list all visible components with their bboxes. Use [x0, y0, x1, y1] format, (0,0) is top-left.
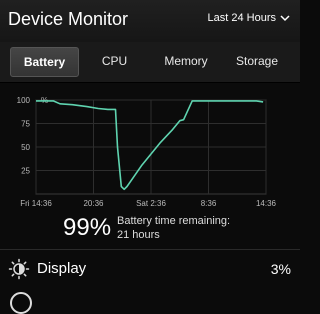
tab-label: Battery [23, 55, 66, 69]
x-tick-label: 8:36 [201, 199, 217, 208]
battery-chart-svg: 100 75 50 25 Fri 14:36 20:36 Sat 2:36 8:36 14:36… [17, 96, 277, 208]
tab-label: CPU [101, 54, 128, 68]
app-title: Device Monitor [8, 9, 129, 29]
x-tick-label: 14:36 [256, 199, 277, 208]
usage-item-display[interactable]: Display 3% [0, 253, 300, 285]
tab-label: Storage [235, 54, 279, 68]
usage-item-label: Display [37, 260, 87, 277]
usage-item-value: 3% [270, 261, 291, 277]
tab-memory[interactable]: Memory [152, 47, 220, 75]
battery-remaining: Battery time remaining: 21 hours [117, 214, 230, 242]
tab-battery[interactable]: Battery [10, 47, 79, 77]
battery-line [36, 100, 264, 191]
brightness-icon [8, 258, 30, 280]
x-tick-label: Sat 2:36 [136, 199, 166, 208]
time-range-dropdown[interactable]: Last 24 Hours [208, 12, 290, 24]
app-icon [10, 292, 32, 314]
tab-bar: Battery CPU Memory Storage [0, 42, 300, 83]
divider [0, 249, 300, 250]
tab-cpu[interactable]: CPU [82, 47, 147, 75]
y-tick-label: 25 [21, 167, 30, 176]
y-tick-label: 100 [17, 96, 31, 105]
chevron-down-icon [280, 15, 290, 22]
battery-chart: 100 75 50 25 Fri 14:36 20:36 Sat 2:36 8:36 14:36… [0, 88, 300, 212]
y-tick-label: 50 [21, 143, 30, 152]
x-tick-label: Fri 14:36 [20, 199, 52, 208]
battery-remaining-label: Battery time remaining: [117, 215, 231, 227]
battery-percent: 99% [63, 214, 112, 241]
tab-storage[interactable]: Storage [225, 47, 289, 75]
x-tick-label: 20:36 [83, 199, 104, 208]
battery-remaining-value: 21 hours [117, 229, 160, 241]
top-bar: Device Monitor Last 24 Hours [0, 0, 300, 42]
time-range-label: Last 24 Hours [207, 12, 276, 24]
y-tick-label: 75 [21, 120, 30, 129]
tab-label: Memory [164, 54, 208, 68]
